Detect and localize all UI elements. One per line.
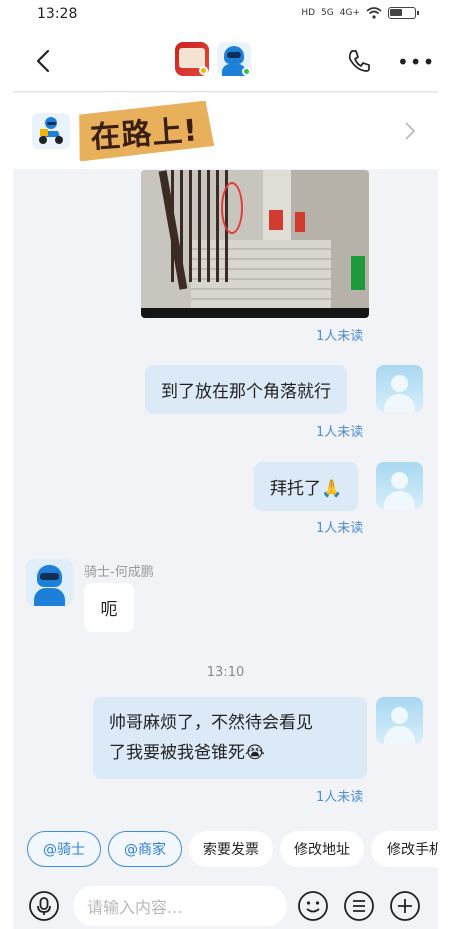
status-time: 13:28	[37, 6, 78, 22]
merchant-status-dot	[199, 66, 208, 75]
outgoing-message-bubble[interactable]: 到了放在那个角落就行	[145, 365, 347, 414]
5g-signal-indicator: 5G	[321, 8, 334, 18]
incoming-message-bubble[interactable]: 呃	[84, 583, 134, 632]
mention-rider-chip[interactable]: @骑士	[27, 831, 101, 867]
input-bar: 请输入内容...	[13, 878, 438, 929]
modify-phone-chip[interactable]: 修改手机	[371, 831, 438, 867]
scooter-rider-icon	[32, 113, 70, 149]
read-status: 1人未读	[316, 329, 364, 344]
message-text-line-2: 了我要被我爸锥死😭	[109, 743, 265, 763]
status-bar: 13:28 HD 5G 4G+	[13, 0, 438, 30]
hd-signal-indicator: HD	[301, 8, 316, 18]
my-avatar[interactable]	[376, 462, 423, 509]
my-avatar[interactable]	[376, 697, 423, 744]
rider-avatar-header[interactable]	[217, 42, 251, 76]
delivery-status-banner[interactable]: 在路上!	[13, 93, 438, 169]
banner-title: 在路上!	[73, 100, 214, 161]
chat-timestamp: 13:10	[206, 665, 245, 680]
quick-actions-bar: @骑士 @商家 索要发票 修改地址 修改手机	[13, 831, 438, 869]
outgoing-message-bubble[interactable]: 拜托了🙏	[254, 462, 359, 511]
input-placeholder: 请输入内容...	[87, 898, 183, 917]
plus-icon[interactable]	[389, 890, 421, 922]
wifi-icon	[366, 7, 382, 19]
red-circle-annotation	[221, 182, 243, 234]
outgoing-message-bubble[interactable]: 帅哥麻烦了，不然待会看见 了我要被我爸锥死😭	[93, 697, 367, 779]
message-text: 呃	[100, 600, 118, 620]
sender-name: 骑士-何成鹏	[84, 565, 154, 580]
read-status: 1人未读	[316, 790, 364, 805]
chevron-right-icon[interactable]	[404, 121, 416, 141]
message-text-line-1: 帅哥麻烦了，不然待会看见	[109, 713, 313, 733]
more-icon[interactable]: •••	[397, 50, 435, 74]
image-message[interactable]	[141, 170, 369, 318]
phone-icon[interactable]	[346, 48, 372, 74]
rider-online-dot	[242, 67, 251, 76]
read-status: 1人未读	[316, 521, 364, 536]
mention-merchant-chip[interactable]: @商家	[108, 831, 182, 867]
message-text: 到了放在那个角落就行	[161, 382, 331, 402]
my-avatar[interactable]	[376, 365, 423, 412]
read-status: 1人未读	[316, 425, 364, 440]
back-chevron-icon[interactable]	[29, 46, 59, 76]
status-icons: HD 5G 4G+	[301, 7, 419, 19]
4g-signal-indicator: 4G+	[339, 8, 360, 18]
battery-icon	[388, 7, 419, 19]
list-icon[interactable]	[343, 890, 375, 922]
message-text: 拜托了🙏	[270, 479, 343, 499]
merchant-avatar[interactable]	[175, 42, 209, 76]
chat-header: •••	[13, 30, 438, 92]
message-input[interactable]: 请输入内容...	[73, 886, 287, 926]
rider-avatar[interactable]	[26, 559, 73, 606]
request-invoice-chip[interactable]: 索要发票	[189, 831, 273, 867]
emoji-icon[interactable]	[297, 890, 329, 922]
microphone-icon[interactable]	[28, 890, 60, 922]
chat-screen: 13:28 HD 5G 4G+ ••• 在路上! 1人未读 到了放在那个角落就行…	[13, 0, 438, 929]
group-avatars[interactable]	[175, 42, 251, 76]
modify-address-chip[interactable]: 修改地址	[280, 831, 364, 867]
